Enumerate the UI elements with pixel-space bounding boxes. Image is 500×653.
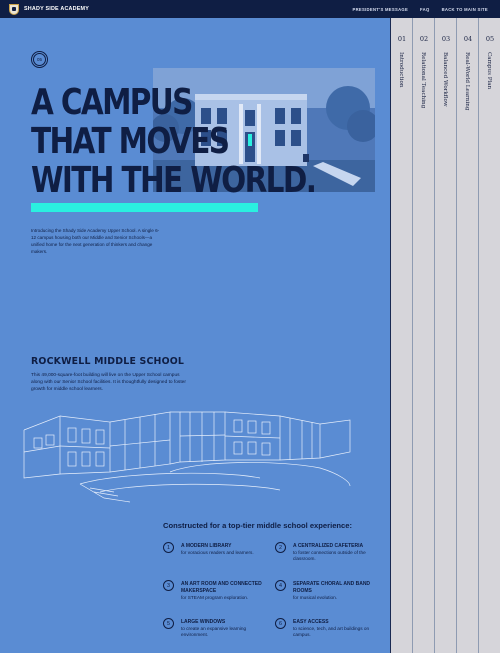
tab-number: 01 [397,35,407,43]
tab-number: 02 [419,35,429,43]
hero-title-line: THAT MOVES [31,121,230,162]
tab-number: 05 [485,35,495,43]
tab-number: 04 [463,35,473,43]
feature-description: to foster connections outside of the cla… [293,550,366,562]
feature-number: 5 [163,618,174,629]
section-number: 05 [33,53,46,66]
tab-campus-plan[interactable]: 05 Campus Plan [478,18,500,653]
hero-intro-text: Introducing the Shady Side Academy Upper… [31,228,160,254]
tab-relational-teaching[interactable]: 02 Relational Teaching [412,18,434,653]
building-line-drawing [23,411,351,503]
tab-balanced-workflow[interactable]: 03 Balanced Workflow [434,18,456,653]
feature-number: 4 [275,580,286,591]
feature-title: EASY ACCESS [293,619,329,625]
hero-title-highlight [31,203,258,212]
crest-icon [9,3,19,15]
tab-label: Balanced Workflow [442,52,448,107]
feature-number: 6 [275,618,286,629]
features-heading: Constructed for a top-tier middle school… [163,521,353,530]
feature-description: for STEAM program exploration. [181,595,249,600]
tab-number: 03 [441,35,451,43]
feature-title: A CENTRALIZED CAFETERIA [293,543,364,549]
feature-description: to science, tech, and art buildings on c… [293,626,370,638]
brand-name: SHADY SIDE ACADEMY [24,6,90,12]
tab-real-world-learning[interactable]: 04 Real-World Learning [456,18,478,653]
hero-title: A CAMPUS THAT MOVES WITH THE WORLD. [31,82,317,201]
tab-introduction[interactable]: 01 Introduction [390,18,412,653]
section-tabs: 01 Introduction 02 Relational Teaching 0… [390,18,500,653]
feature-description: for musical evolution. [293,595,338,600]
feature-description: to create an expansive learning environm… [181,626,247,638]
feature-number: 1 [163,542,174,553]
tab-label: Real-World Learning [464,52,470,111]
nav-link-faq[interactable]: FAQ [420,7,430,12]
feature-title: AN ART ROOM AND CONNECTED MAKERSPACE [181,581,262,594]
tab-label: Relational Teaching [420,52,426,109]
hero-title-line: A CAMPUS [31,82,193,123]
middle-school-description: This 49,000-square-foot building will li… [31,373,186,392]
feature-number: 3 [163,580,174,591]
feature-title: LARGE WINDOWS [181,619,226,625]
tab-label: Campus Plan [486,52,492,90]
nav-link-back-to-main-site[interactable]: BACK TO MAIN SITE [442,7,488,12]
middle-school-heading: ROCKWELL MIDDLE SCHOOL [31,356,185,367]
top-navigation-bar: SHADY SIDE ACADEMY PRESIDENT'S MESSAGE F… [0,0,500,18]
brand-logo-link[interactable]: SHADY SIDE ACADEMY [9,3,90,15]
nav-link-presidents-message[interactable]: PRESIDENT'S MESSAGE [352,7,408,12]
feature-title: SEPARATE CHORAL AND BAND ROOMS [293,581,371,594]
section-number-badge: 05 [31,51,48,68]
tab-label: Introduction [398,52,404,88]
feature-number: 2 [275,542,286,553]
feature-title: A MODERN LIBRARY [181,543,232,549]
feature-description: for voracious readers and learners. [181,550,254,555]
hero-title-line: WITH THE WORLD. [31,160,317,201]
top-nav-links: PRESIDENT'S MESSAGE FAQ BACK TO MAIN SIT… [352,0,500,18]
